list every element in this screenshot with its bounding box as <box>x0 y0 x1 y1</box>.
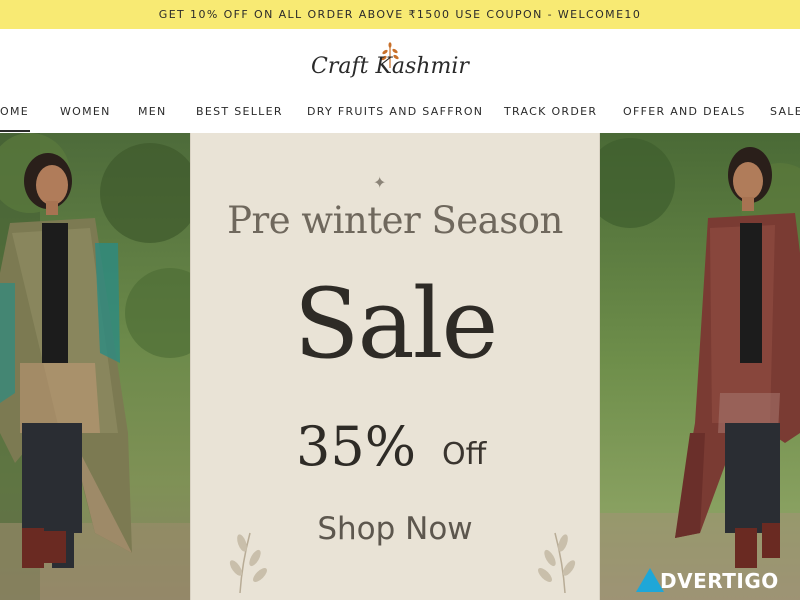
leaf-decoration-left-icon <box>229 532 267 593</box>
promo-text: GET 10% OFF ON ALL ORDER ABOVE ₹1500 USE… <box>158 8 642 21</box>
logo-text: Craft Kashmir <box>311 54 469 79</box>
main-nav: OME WOMEN MEN BEST SELLER DRY FRUITS AND… <box>0 95 800 133</box>
nav-item-track-order[interactable]: TRACK ORDER <box>504 105 597 118</box>
hero-headline: Pre winter Season <box>227 199 563 242</box>
nav-item-home[interactable]: OME <box>0 105 29 118</box>
nav-item-offer-and-deals[interactable]: OFFER AND DEALS <box>623 105 746 118</box>
hero-sale-title: Sale <box>293 268 499 380</box>
discount-percent: 35% <box>296 415 417 478</box>
leaf-decoration-right-icon <box>538 532 576 593</box>
hero-banner[interactable]: ✦ Pre winter Season Sale 35% Off Shop No… <box>0 133 800 600</box>
hero-photo-right <box>600 133 800 600</box>
nav-item-sale[interactable]: SALE <box>770 105 800 118</box>
promo-bar: GET 10% OFF ON ALL ORDER ABOVE ₹1500 USE… <box>0 0 800 29</box>
site-logo[interactable]: Craft Kashmir <box>307 42 487 92</box>
sparkle-icon: ✦ <box>373 173 387 192</box>
nav-item-dry-fruits-saffron[interactable]: DRY FRUITS AND SAFFRON <box>307 105 483 118</box>
nav-item-women[interactable]: WOMEN <box>60 105 111 118</box>
nav-active-underline <box>0 130 30 132</box>
advertigo-watermark: DVERTIGO <box>636 568 796 594</box>
nav-item-men[interactable]: MEN <box>138 105 167 118</box>
promo-panel[interactable]: ✦ Pre winter Season Sale 35% Off Shop No… <box>190 133 600 600</box>
watermark-text: DVERTIGO <box>660 569 779 593</box>
discount-off-label: Off <box>442 437 487 472</box>
nav-item-best-seller[interactable]: BEST SELLER <box>196 105 283 118</box>
hero-photo-left <box>0 133 190 600</box>
